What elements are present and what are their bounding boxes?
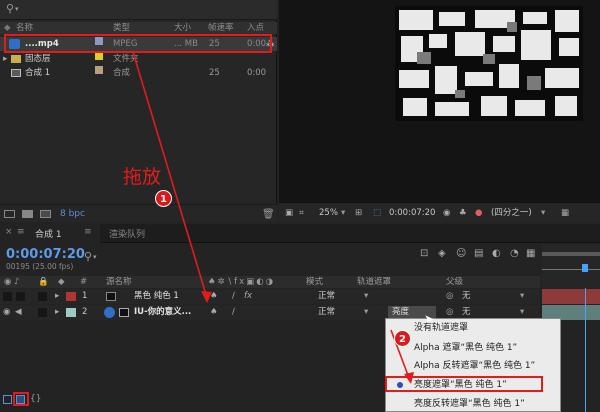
- annotation-arrows: [132, 51, 414, 384]
- drag-annotation-label: 拖放: [123, 166, 162, 188]
- step-badge-1: 1: [155, 190, 172, 207]
- step-badge-2: 2: [394, 330, 411, 347]
